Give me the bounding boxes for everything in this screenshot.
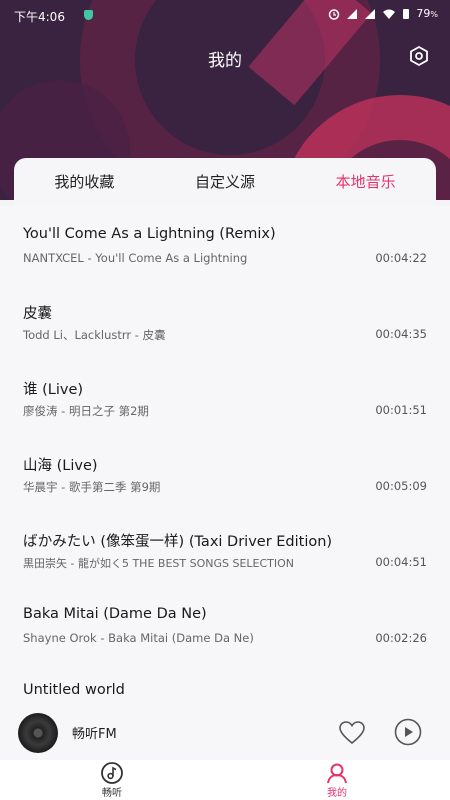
list-item[interactable]: 山海 (Live) 华晨宇 - 歌手第二季 第9期 00:05:09 (0, 434, 450, 510)
song-artist-album: NANTXCEL - You'll Come As a Lightning (23, 251, 248, 265)
nav-item-mine[interactable]: 我的 (307, 760, 367, 800)
signal-icon (347, 8, 358, 19)
music-note-icon (101, 762, 123, 784)
song-title: Baka Mitai (Dame Da Ne) (23, 606, 207, 622)
song-duration: 00:04:35 (375, 327, 427, 341)
shield-icon (84, 10, 93, 20)
song-duration: 00:04:22 (375, 251, 427, 265)
nav-item-listen[interactable]: 畅听 (82, 760, 142, 800)
song-list: You'll Come As a Lightning (Remix) NANTX… (0, 206, 450, 706)
page-title: 我的 (208, 51, 242, 71)
tab-local-music[interactable]: 本地音乐 (295, 158, 436, 206)
song-duration: 00:04:51 (375, 555, 427, 569)
song-title: ばかみたい (像笨蛋一样) (Taxi Driver Edition) (23, 534, 333, 550)
status-bar: 下午4:06 79% (0, 0, 450, 30)
song-artist-album: 华晨宇 - 歌手第二季 第9期 (23, 480, 161, 494)
player-title: 畅听FM (72, 727, 117, 742)
status-time: 下午4:06 (14, 10, 65, 24)
library-tabs: 我的收藏 自定义源 本地音乐 (14, 158, 436, 206)
list-item[interactable]: Baka Mitai (Dame Da Ne) Shayne Orok - Ba… (0, 586, 450, 662)
list-item[interactable]: 谁 (Live) 廖俊涛 - 明日之子 第2期 00:01:51 (0, 358, 450, 434)
nav-label-mine: 我的 (327, 788, 347, 799)
heart-icon[interactable] (338, 720, 366, 746)
song-title: 皮囊 (23, 306, 52, 322)
album-disc (18, 713, 58, 753)
mini-player[interactable]: 畅听FM (0, 706, 450, 760)
person-icon (327, 763, 347, 784)
list-item[interactable]: ばかみたい (像笨蛋一样) (Taxi Driver Edition) 黒田崇矢… (0, 510, 450, 586)
play-icon[interactable] (394, 718, 422, 746)
nav-label-listen: 畅听 (102, 788, 122, 799)
battery-icon (403, 8, 410, 19)
song-artist-album: 黒田崇矢 - 龍が如く5 THE BEST SONGS SELECTION (23, 557, 295, 570)
song-artist-album: Shayne Orok - Baka Mitai (Dame Da Ne) (23, 631, 254, 645)
battery-percent: 79 (416, 7, 431, 20)
settings-hexagon-icon[interactable] (408, 45, 430, 67)
song-title: Untitled world (23, 682, 125, 698)
list-item[interactable]: You'll Come As a Lightning (Remix) NANTX… (0, 206, 450, 282)
status-icons: 79% (328, 7, 438, 20)
song-title: 谁 (Live) (23, 382, 84, 398)
tab-custom-source[interactable]: 自定义源 (155, 158, 296, 206)
alarm-icon (329, 8, 340, 20)
song-artist-album: Todd Li、Lacklustrr - 皮囊 (23, 328, 166, 342)
list-item[interactable]: 皮囊 Todd Li、Lacklustrr - 皮囊 00:04:35 (0, 282, 450, 358)
bottom-nav: 畅听 我的 (0, 760, 450, 800)
wifi-icon (383, 9, 396, 19)
tab-favorites[interactable]: 我的收藏 (14, 158, 155, 206)
song-duration: 00:05:09 (375, 479, 427, 493)
song-title: You'll Come As a Lightning (Remix) (23, 226, 276, 242)
song-title: 山海 (Live) (23, 458, 98, 474)
song-duration: 00:01:51 (375, 403, 427, 417)
song-artist-album: 廖俊涛 - 明日之子 第2期 (23, 404, 149, 418)
signal-2-icon (365, 8, 376, 19)
song-duration: 00:02:26 (375, 631, 427, 645)
